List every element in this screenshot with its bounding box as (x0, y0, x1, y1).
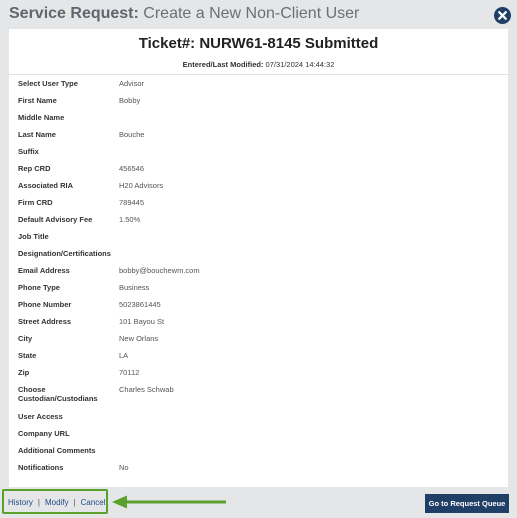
field-row: Zip 70112 (9, 368, 508, 385)
field-value: bobby@bouchewm.com (119, 266, 200, 275)
field-row: First Name Bobby (9, 96, 508, 113)
field-label: User Access (18, 412, 63, 421)
field-row: Default Advisory Fee 1.50% (9, 215, 508, 232)
links-highlight-box (2, 489, 108, 514)
left-arrow-icon (112, 495, 226, 509)
modal-title: Service Request: Create a New Non-Client… (9, 5, 359, 23)
field-row: Rep CRD 456546 (9, 164, 508, 181)
field-label: Associated RIA (18, 181, 74, 190)
close-button[interactable] (494, 7, 511, 24)
field-label: First Name (18, 96, 57, 105)
modal-header: Service Request: Create a New Non-Client… (0, 0, 517, 30)
field-row: Company URL (9, 429, 508, 446)
field-label: Firm CRD (18, 198, 53, 207)
field-value: 101 Bayou St (119, 317, 165, 326)
field-label: Phone Number (18, 300, 72, 309)
entered-last-modified: Entered/Last Modified: 07/31/2024 14:44:… (9, 60, 508, 69)
field-row: Street Address 101 Bayou St (9, 317, 508, 334)
field-row: Additional Comments (9, 446, 508, 463)
field-value: No (119, 463, 129, 472)
divider (9, 74, 508, 75)
field-value: Bouche (119, 130, 145, 139)
field-row: Last Name Bouche (9, 130, 508, 147)
field-row: Notifications No (9, 463, 508, 480)
go-to-request-queue-button[interactable]: Go to Request Queue (425, 494, 509, 513)
field-value: H20 Advisors (119, 181, 164, 190)
field-row: City New Orlans (9, 334, 508, 351)
field-value: LA (119, 351, 129, 360)
field-value: Bobby (119, 96, 141, 105)
field-value: New Orlans (119, 334, 159, 343)
field-row: Suffix (9, 147, 508, 164)
field-label: State (18, 351, 37, 360)
field-label: Choose Custodian/Custodians (18, 385, 98, 403)
field-row: Phone Type Business (9, 283, 508, 300)
field-row: Job Title (9, 232, 508, 249)
field-label: Middle Name (18, 113, 65, 122)
field-label: Company URL (18, 429, 70, 438)
field-label: City (18, 334, 33, 343)
field-value: 456546 (119, 164, 145, 173)
field-value: Business (119, 283, 150, 292)
field-row: Associated RIA H20 Advisors (9, 181, 508, 198)
field-label: Zip (18, 368, 30, 377)
field-label: Notifications (18, 463, 64, 472)
field-value: 5023861445 (119, 300, 161, 309)
modal-title-text: Create a New Non-Client User (138, 5, 360, 22)
close-icon (498, 11, 507, 20)
field-label: Designation/Certifications (18, 249, 111, 258)
field-value: 789445 (119, 198, 145, 207)
field-value: 70112 (119, 368, 140, 377)
field-label: Street Address (18, 317, 72, 326)
field-value: Charles Schwab (119, 385, 174, 394)
field-row: Choose Custodian/Custodians Charles Schwa… (9, 385, 508, 411)
field-row: Email Address bobby@bouchewm.com (9, 266, 508, 283)
field-row: State LA (9, 351, 508, 368)
field-row: Middle Name (9, 113, 508, 130)
field-label: Email Address (18, 266, 70, 275)
field-row: Firm CRD 789445 (9, 198, 508, 215)
field-row: User Access (9, 412, 508, 429)
ticket-panel: Ticket#: NURW61-8145 Submitted Entered/L… (9, 29, 508, 487)
ticket-title: Ticket#: NURW61-8145 Submitted (138, 35, 379, 52)
entered-value: 07/31/2024 14:44:32 (265, 60, 335, 69)
modal-title-prefix: Service Request: (9, 5, 139, 22)
field-row: Select User Type Advisor (9, 79, 508, 96)
field-label: Last Name (18, 130, 56, 139)
entered-label: Entered/Last Modified: (182, 60, 264, 69)
field-row: Designation/Certifications (9, 249, 508, 266)
field-label: Additional Comments (18, 446, 96, 455)
field-label: Suffix (18, 147, 39, 156)
field-label: Rep CRD (18, 164, 51, 173)
field-label: Select User Type (18, 79, 78, 88)
field-label: Default Advisory Fee (18, 215, 93, 224)
field-value: Advisor (119, 79, 145, 88)
field-label: Phone Type (18, 283, 60, 292)
field-row: Phone Number 5023861445 (9, 300, 508, 317)
field-label: Job Title (18, 232, 49, 241)
field-value: 1.50% (119, 215, 141, 224)
